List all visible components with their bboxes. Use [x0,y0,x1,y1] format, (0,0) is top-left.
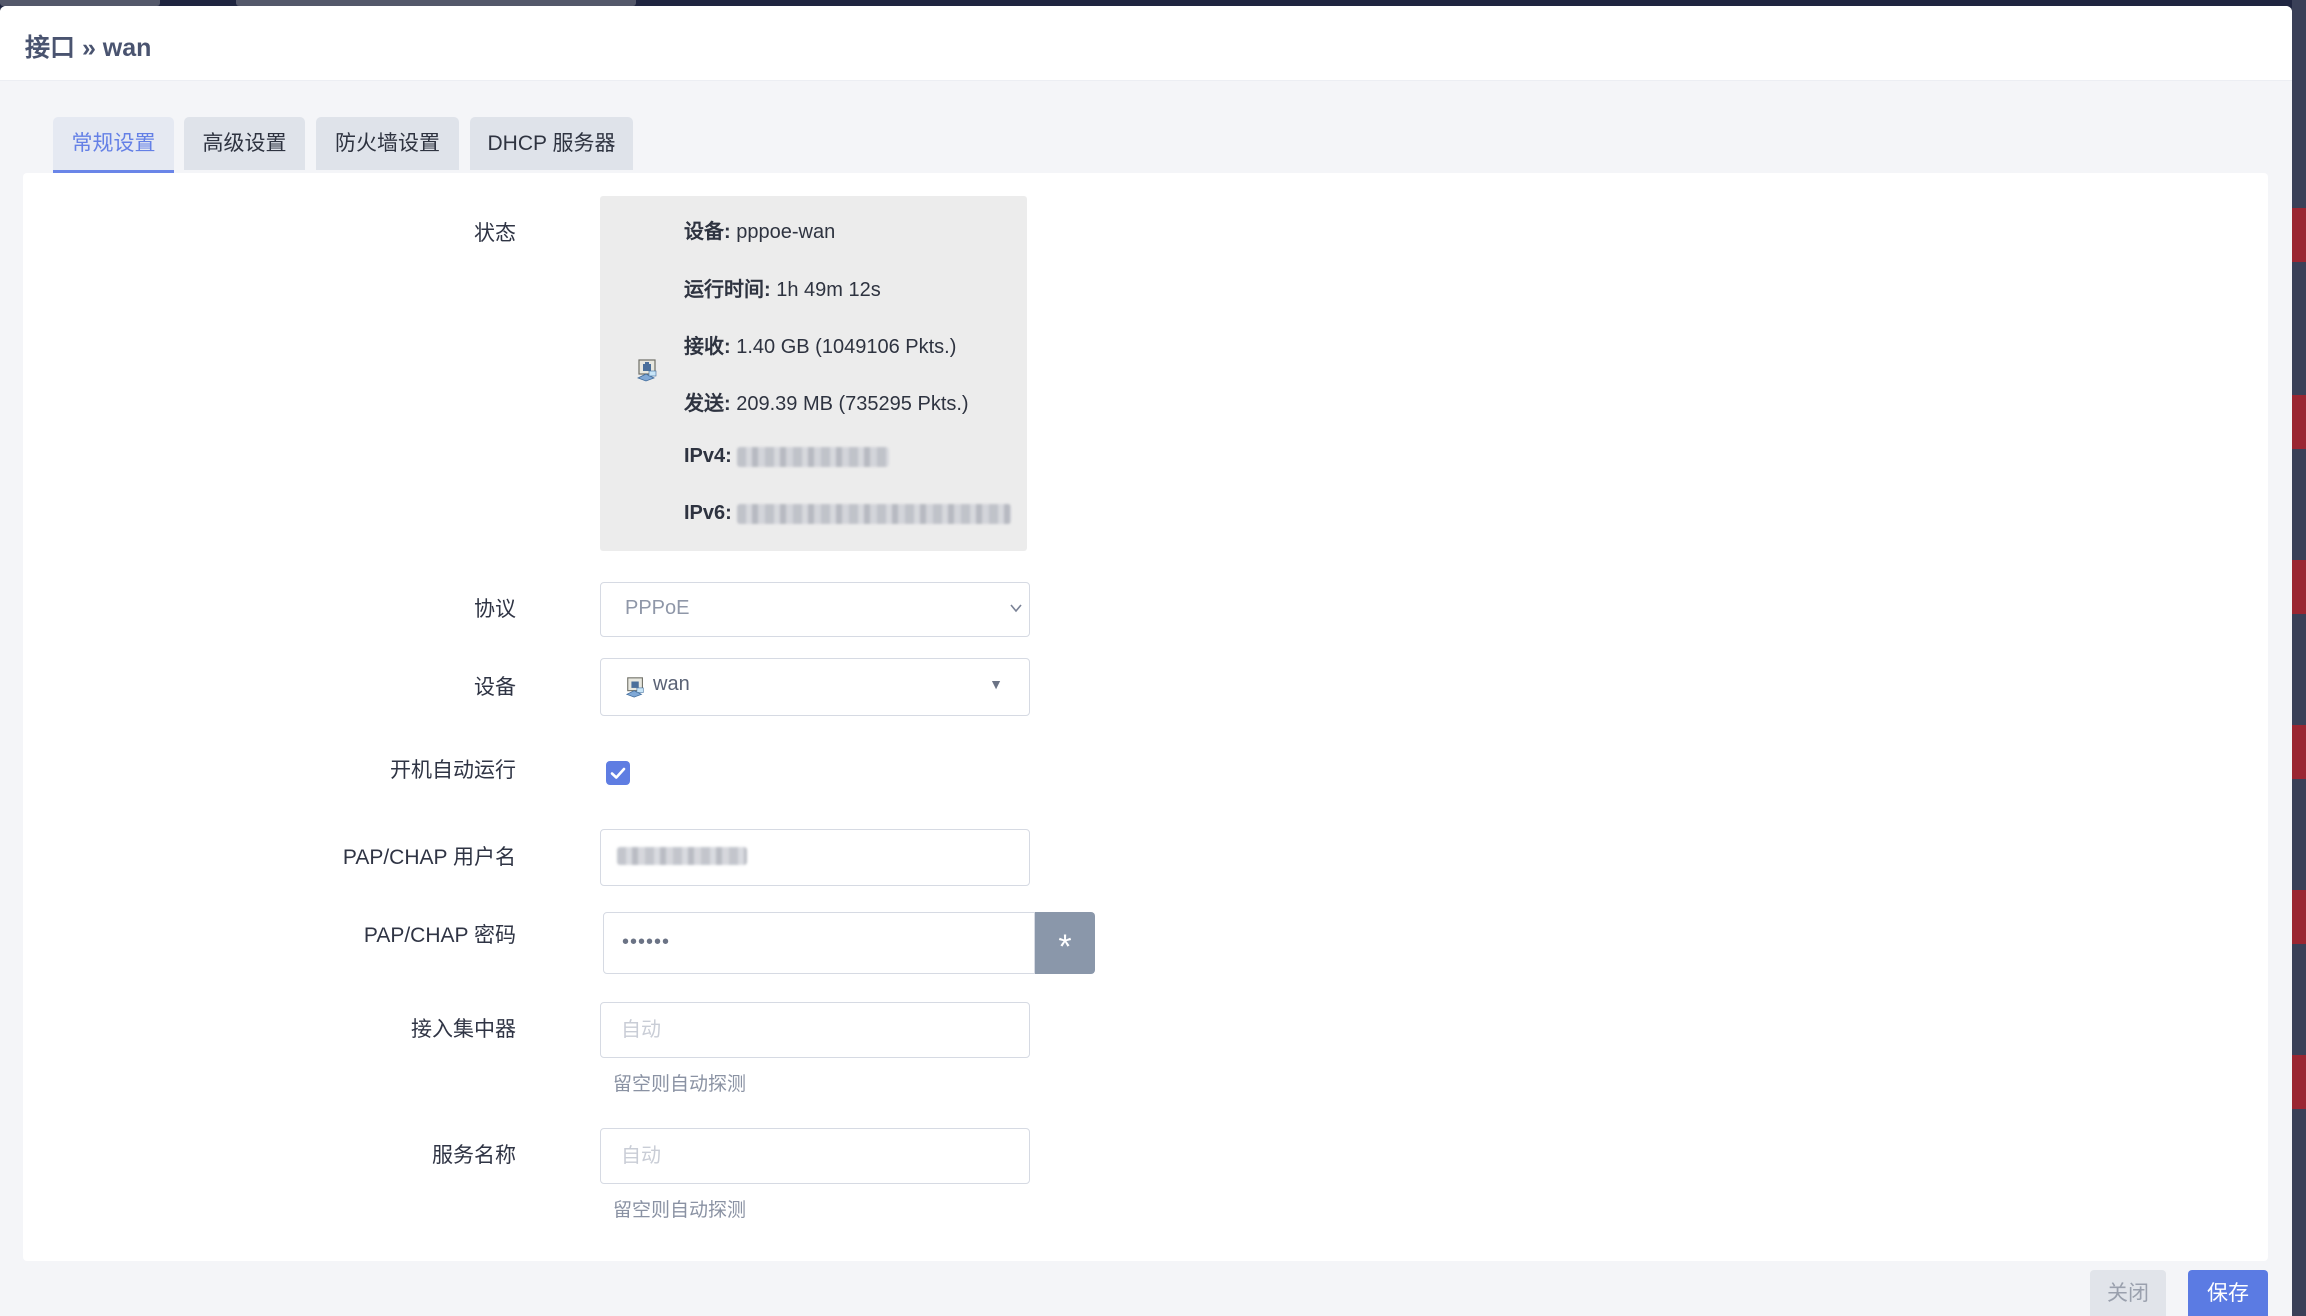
status-ipv6-row: IPv6: [684,502,1012,525]
status-box: 设备: pppoe-wan 运行时间: 1h 49m 12s 接收: 1.40 … [600,196,1027,551]
protocol-select-value: PPPoE [625,597,690,619]
autostart-label: 开机自动运行 [390,759,516,782]
interface-modal: 接口 » wan 常规设置 高级设置 防火墙设置 DHCP 服务器 状态 设备:… [0,6,2292,1316]
protocol-select[interactable]: PPPoE [600,582,1030,637]
status-device-value: pppoe-wan [736,221,836,243]
service-label: 服务名称 [432,1144,516,1167]
autostart-checkbox[interactable] [606,761,630,785]
service-hint: 留空则自动探测 [613,1200,747,1221]
close-button[interactable]: 关闭 [2090,1270,2166,1316]
background-marker [2292,208,2306,262]
background-marker [2292,560,2306,614]
status-uptime-value: 1h 49m 12s [776,279,881,301]
access-concentrator-input[interactable] [600,1002,1030,1058]
save-button[interactable]: 保存 [2188,1270,2268,1316]
status-label: 状态 [474,222,516,245]
background-page-edge [2292,0,2306,1316]
ac-hint: 留空则自动探测 [613,1074,747,1095]
status-rx-row: 接收: 1.40 GB (1049106 Pkts.) [684,330,956,359]
status-tx-row: 发送: 209.39 MB (735295 Pkts.) [684,387,969,416]
status-tx-key: 发送: [684,393,731,415]
reveal-password-button[interactable]: * [1035,912,1095,974]
service-name-input[interactable] [600,1128,1030,1184]
ethernet-port-icon [637,359,657,382]
status-rx-value: 1.40 GB (1049106 Pkts.) [736,336,957,358]
tab-advanced-settings[interactable]: 高级设置 [184,117,305,170]
status-uptime-key: 运行时间: [684,279,771,301]
ethernet-port-icon [625,677,644,698]
status-rx-key: 接收: [684,336,731,358]
status-ipv6-key: IPv6: [684,502,732,524]
status-ipv4-value-blurred [737,446,890,467]
background-marker [2292,890,2306,944]
status-ipv4-key: IPv4: [684,445,732,467]
modal-header: 接口 » wan [0,6,2292,81]
tab-firewall-settings[interactable]: 防火墙设置 [316,117,459,170]
status-uptime-row: 运行时间: 1h 49m 12s [684,273,881,302]
username-value-blurred [617,847,747,865]
dropdown-arrow-icon: ▼ [989,676,1003,692]
general-settings-panel: 状态 设备: pppoe-wan 运行时间: 1h 49m 12s 接收: 1.… [23,173,2268,1261]
status-device-key: 设备: [684,221,731,243]
ac-label: 接入集中器 [411,1018,516,1041]
tab-dhcp-server[interactable]: DHCP 服务器 [470,117,633,170]
password-label: PAP/CHAP 密码 [363,924,516,947]
status-tx-value: 209.39 MB (735295 Pkts.) [736,393,969,415]
password-masked-value: •••••• [622,931,671,953]
checkmark-icon [610,767,626,779]
background-marker [2292,1055,2306,1109]
device-select[interactable]: wan ▼ [600,658,1030,716]
status-ipv6-value-blurred [737,503,1012,524]
status-device-row: 设备: pppoe-wan [684,215,835,244]
protocol-label: 协议 [474,598,516,621]
chevron-down-icon [1010,604,1022,613]
device-label: 设备 [474,676,516,699]
status-ipv4-row: IPv4: [684,445,890,468]
modal-title: 接口 » wan [25,34,152,62]
background-marker [2292,725,2306,779]
username-label: PAP/CHAP 用户名 [342,846,516,869]
tab-general-settings[interactable]: 常规设置 [53,117,174,173]
background-marker [2292,395,2306,449]
device-select-value: wan [653,673,690,695]
username-input[interactable] [600,829,1030,886]
password-input[interactable]: •••••• [603,912,1035,974]
